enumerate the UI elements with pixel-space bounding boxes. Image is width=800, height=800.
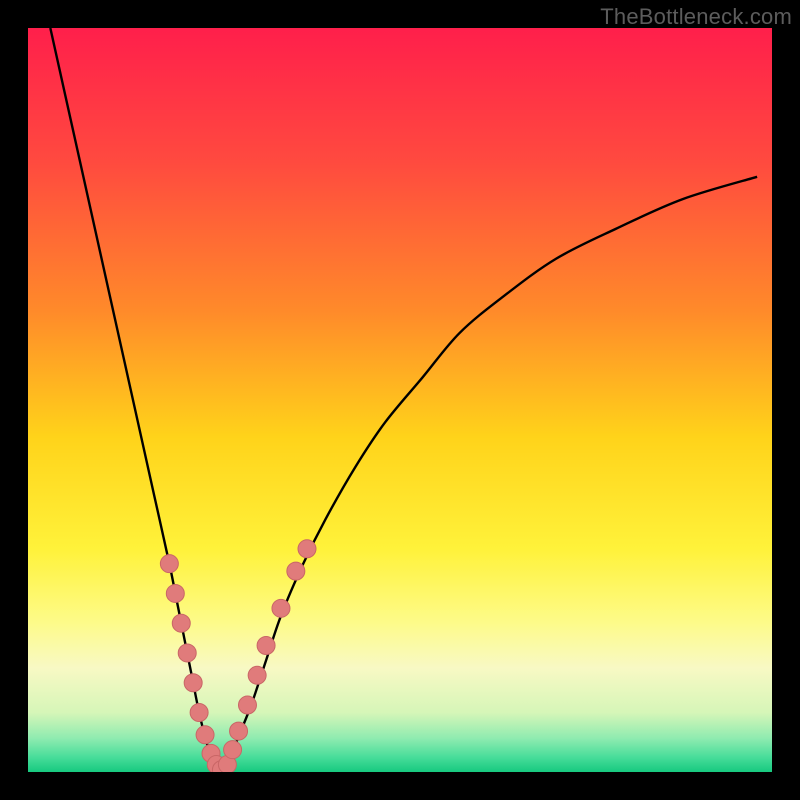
marker-dot bbox=[160, 555, 178, 573]
plot-area bbox=[28, 28, 772, 772]
marker-dot bbox=[172, 614, 190, 632]
marker-dot bbox=[184, 674, 202, 692]
marker-dot bbox=[298, 540, 316, 558]
marker-dot bbox=[238, 696, 256, 714]
marker-dot bbox=[224, 741, 242, 759]
marker-dot bbox=[190, 703, 208, 721]
gradient-background bbox=[28, 28, 772, 772]
marker-dot bbox=[196, 726, 214, 744]
outer-frame: TheBottleneck.com bbox=[0, 0, 800, 800]
marker-dot bbox=[248, 666, 266, 684]
attribution-label: TheBottleneck.com bbox=[600, 4, 792, 30]
marker-dot bbox=[272, 599, 290, 617]
marker-dot bbox=[230, 722, 248, 740]
marker-dot bbox=[166, 584, 184, 602]
marker-dot bbox=[257, 637, 275, 655]
marker-dot bbox=[287, 562, 305, 580]
chart-svg bbox=[28, 28, 772, 772]
marker-dot bbox=[178, 644, 196, 662]
